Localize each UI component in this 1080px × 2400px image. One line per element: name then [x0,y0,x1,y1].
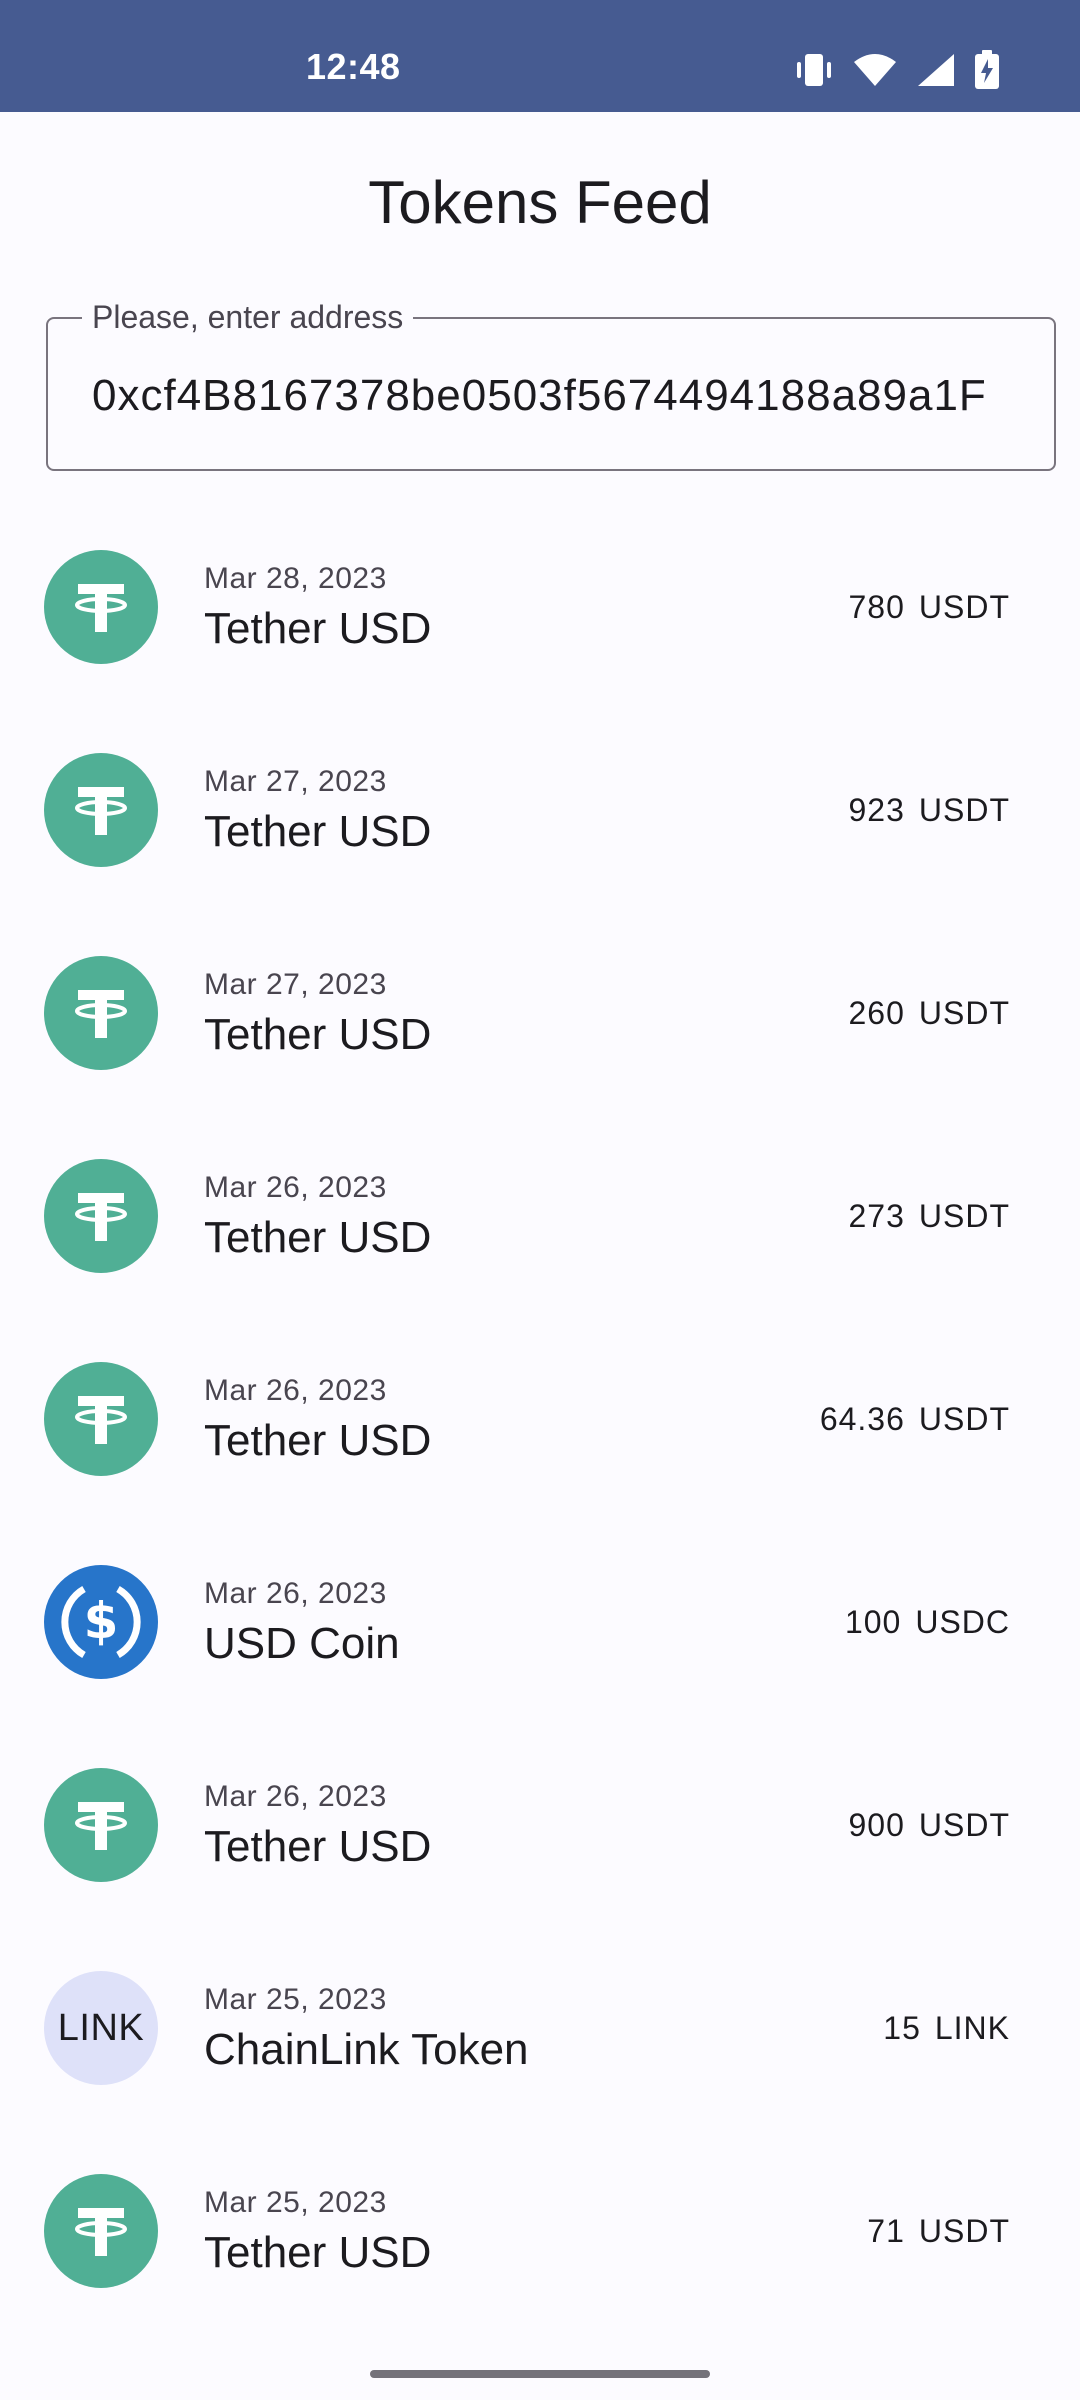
amount-value: 780 [848,589,905,625]
usd-coin-glyph: $ [61,1585,141,1659]
amount-symbol: USDT [918,995,1010,1031]
token-name: Tether USD [204,807,432,856]
battery-charging-icon [974,49,1000,95]
transaction-date: Mar 26, 2023 [204,1780,387,1813]
token-name: Tether USD [204,2228,432,2277]
status-icons [794,49,1000,95]
tether-icon [44,550,158,664]
tether-icon [44,2174,158,2288]
amount-symbol: LINK [934,2010,1010,2046]
tether-icon [44,1362,158,1476]
transaction-amount: 780 USDT [849,589,1011,626]
transaction-amount: 273 USDT [849,1198,1011,1235]
transaction-date: Mar 28, 2023 [204,562,387,595]
token-name: Tether USD [204,604,432,653]
transaction-amount: 15 LINK [883,2010,1010,2047]
amount-symbol: USDC [915,1604,1010,1640]
transaction-date: Mar 25, 2023 [204,2186,387,2219]
transaction-amount: 923 USDT [849,792,1011,829]
tether-glyph [75,1802,127,1850]
address-field-label: Please, enter address [82,299,414,336]
status-bar: 12:48 [0,0,1080,112]
amount-value: 900 [848,1807,905,1843]
list-item[interactable]: LINK Mar 25, 2023 ChainLink Token 15 LINK [0,1925,1080,2128]
tether-icon [44,1159,158,1273]
amount-value: 71 [867,2213,905,2249]
list-item[interactable]: Mar 25, 2023 Tether USD 71 USDT [0,2128,1080,2331]
transaction-amount: 64.36 USDT [820,1401,1010,1438]
amount-value: 923 [848,792,905,828]
transaction-amount: 100 USDC [845,1604,1010,1641]
list-item[interactable]: Mar 27, 2023 Tether USD 923 USDT [0,707,1080,910]
amount-value: 100 [844,1604,902,1640]
amount-symbol: USDT [918,2213,1010,2249]
amount-value: 64.36 [819,1401,905,1437]
tether-glyph [75,990,127,1038]
transaction-date: Mar 27, 2023 [204,968,387,1001]
amount-symbol: USDT [918,792,1010,828]
page-title: Tokens Feed [368,169,712,236]
list-item[interactable]: $ Mar 26, 2023 USD Coin 100 USDC [0,1519,1080,1722]
list-item[interactable]: Mar 26, 2023 Tether USD 273 USDT [0,1113,1080,1316]
signal-icon [916,52,956,93]
tether-icon [44,1768,158,1882]
tether-glyph [75,2208,127,2256]
transaction-date: Mar 26, 2023 [204,1374,387,1407]
list-item[interactable]: Mar 26, 2023 Tether USD 900 USDT [0,1722,1080,1925]
transaction-amount: 260 USDT [849,995,1011,1032]
amount-symbol: USDT [918,589,1010,625]
transaction-date: Mar 25, 2023 [204,1983,387,2016]
tether-icon [44,956,158,1070]
tether-glyph [75,1396,127,1444]
transaction-amount: 71 USDT [867,2213,1010,2250]
token-name: Tether USD [204,1416,432,1465]
token-name: Tether USD [204,1213,432,1262]
amount-symbol: USDT [918,1807,1010,1843]
chainlink-icon: LINK [44,1971,158,2085]
svg-text:$: $ [84,1592,119,1650]
amount-symbol: USDT [918,1198,1010,1234]
navigation-handle[interactable] [370,2370,710,2378]
address-input[interactable]: 0xcf4B8167378be0503f5674494188a89a1F [92,371,1014,421]
amount-value: 273 [848,1198,905,1234]
tether-glyph [75,787,127,835]
token-name: Tether USD [204,1010,432,1059]
list-item[interactable]: Mar 28, 2023 Tether USD 780 USDT [0,504,1080,707]
address-field[interactable]: Please, enter address 0xcf4B8167378be050… [46,299,1056,471]
amount-symbol: USDT [918,1401,1010,1437]
chainlink-icon-label: LINK [57,2006,145,2049]
tether-icon [44,753,158,867]
token-name: USD Coin [204,1619,400,1668]
vibrate-icon [794,52,834,93]
transaction-date: Mar 26, 2023 [204,1577,387,1610]
token-name: ChainLink Token [204,2025,529,2074]
tether-glyph [75,584,127,632]
token-name: Tether USD [204,1822,432,1871]
status-time: 12:48 [306,46,401,87]
tether-glyph [75,1193,127,1241]
list-item[interactable]: Mar 27, 2023 Tether USD 260 USDT [0,910,1080,1113]
transaction-list[interactable]: Mar 28, 2023 Tether USD 780 USDT Mar 27, 202… [0,504,1080,2331]
transaction-amount: 900 USDT [849,1807,1011,1844]
amount-value: 15 [883,2010,921,2046]
amount-value: 260 [848,995,905,1031]
list-item[interactable]: Mar 26, 2023 Tether USD 64.36 USDT [0,1316,1080,1519]
wifi-icon [852,52,898,93]
transaction-date: Mar 26, 2023 [204,1171,387,1204]
transaction-date: Mar 27, 2023 [204,765,387,798]
usd-coin-icon: $ [44,1565,158,1679]
